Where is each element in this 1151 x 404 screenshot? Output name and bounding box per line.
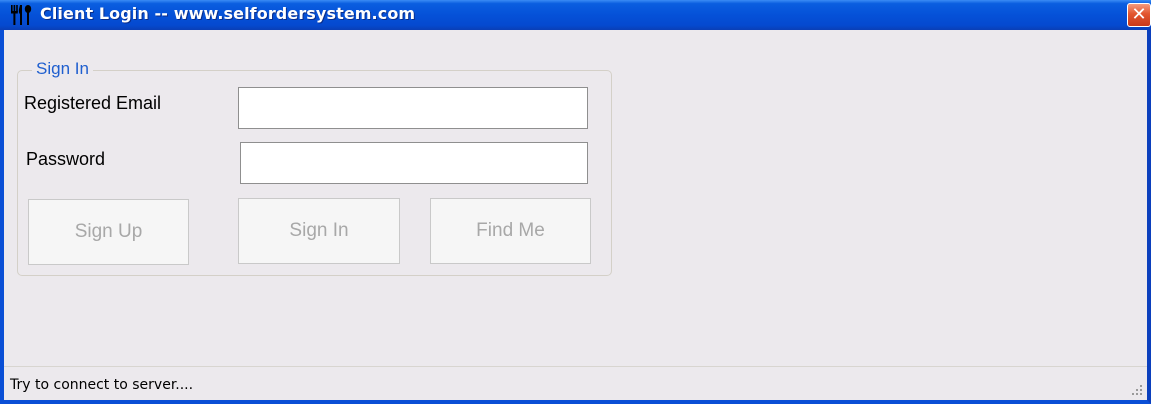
sign-in-button[interactable]: Sign In [238, 198, 400, 264]
close-icon: ✕ [1131, 4, 1147, 25]
find-me-button[interactable]: Find Me [430, 198, 591, 264]
client-login-window: Client Login -- www.selfordersystem.com … [0, 0, 1151, 404]
sign-up-button[interactable]: Sign Up [28, 199, 189, 265]
status-text: Try to connect to server.... [10, 377, 194, 393]
email-field[interactable] [238, 87, 588, 129]
title-bar[interactable]: Client Login -- www.selfordersystem.com … [0, 0, 1151, 30]
password-field[interactable] [240, 142, 588, 184]
fork-knife-icon [10, 5, 34, 25]
sign-in-group-legend: Sign In [32, 59, 93, 79]
email-label: Registered Email [24, 93, 162, 113]
password-label: Password [26, 149, 106, 169]
close-button[interactable]: ✕ [1127, 3, 1151, 27]
status-bar: Try to connect to server.... [4, 366, 1147, 400]
window-title: Client Login -- www.selfordersystem.com [40, 4, 416, 23]
resize-grip-icon[interactable] [1129, 382, 1143, 396]
